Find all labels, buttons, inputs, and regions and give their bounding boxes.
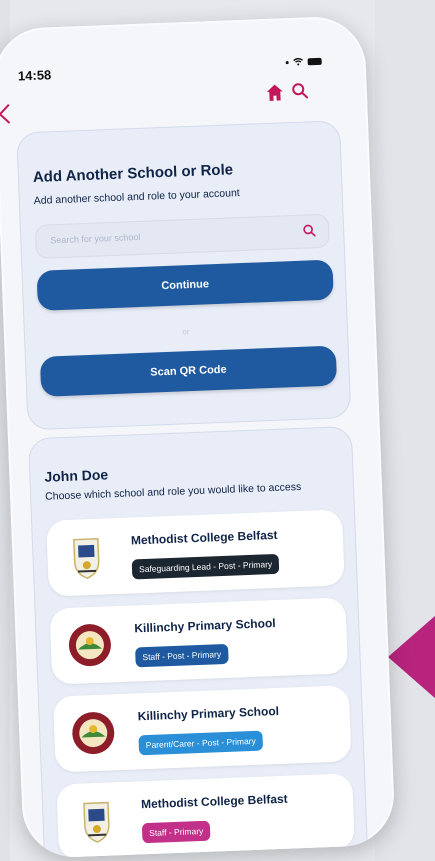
school-search-input[interactable]: Search for your school	[34, 213, 330, 259]
role-badge: Staff - Primary	[141, 820, 211, 844]
chevron-left-icon[interactable]	[0, 103, 19, 124]
school-name: Killinchy Primary School	[137, 703, 280, 724]
school-name: Killinchy Primary School	[134, 616, 276, 636]
or-separator: or	[182, 327, 190, 337]
search-icon	[303, 224, 316, 237]
school-name: Methodist College Belfast	[130, 527, 278, 548]
school-name: Methodist College Belfast	[140, 791, 288, 812]
search-icon[interactable]	[290, 81, 309, 100]
decorative-arrow	[388, 615, 435, 699]
role-badge: Parent/Carer - Post - Primary	[138, 730, 264, 756]
school-badge-icon	[72, 712, 115, 755]
school-crest-icon	[83, 801, 110, 843]
role-badge: Safeguarding Lead - Post - Primary	[131, 553, 280, 580]
wifi-icon	[293, 57, 303, 66]
add-school-title: Add Another School or Role	[32, 161, 234, 186]
signal-icon	[285, 60, 289, 64]
home-icon[interactable]	[264, 82, 285, 103]
continue-button[interactable]: Continue	[36, 259, 334, 311]
status-icons	[285, 57, 322, 66]
add-school-card: Add Another School or Role Add another s…	[16, 120, 352, 431]
status-time: 14:58	[17, 67, 52, 84]
school-badge-icon	[68, 624, 111, 667]
school-role-item[interactable]: Methodist College Belfast Staff - Primar…	[56, 773, 355, 859]
scan-qr-button[interactable]: Scan QR Code	[39, 345, 338, 397]
phone-frame: 14:58 Add Another School or Role Add ano…	[0, 15, 396, 859]
school-role-item[interactable]: Killinchy Primary School Parent/Carer - …	[52, 685, 352, 773]
school-role-item[interactable]: Killinchy Primary School Staff - Post - …	[49, 597, 349, 685]
school-role-item[interactable]: Methodist College Belfast Safeguarding L…	[46, 509, 345, 597]
user-name: John Doe	[44, 466, 109, 485]
user-card: John Doe Choose which school and role yo…	[27, 425, 369, 859]
user-prompt: Choose which school and role you would l…	[44, 480, 302, 503]
add-school-subtitle: Add another school and role to your acco…	[33, 187, 240, 207]
search-placeholder: Search for your school	[50, 231, 141, 246]
battery-icon	[307, 57, 322, 65]
school-crest-icon	[73, 537, 100, 580]
role-badge: Staff - Post - Primary	[135, 643, 229, 668]
